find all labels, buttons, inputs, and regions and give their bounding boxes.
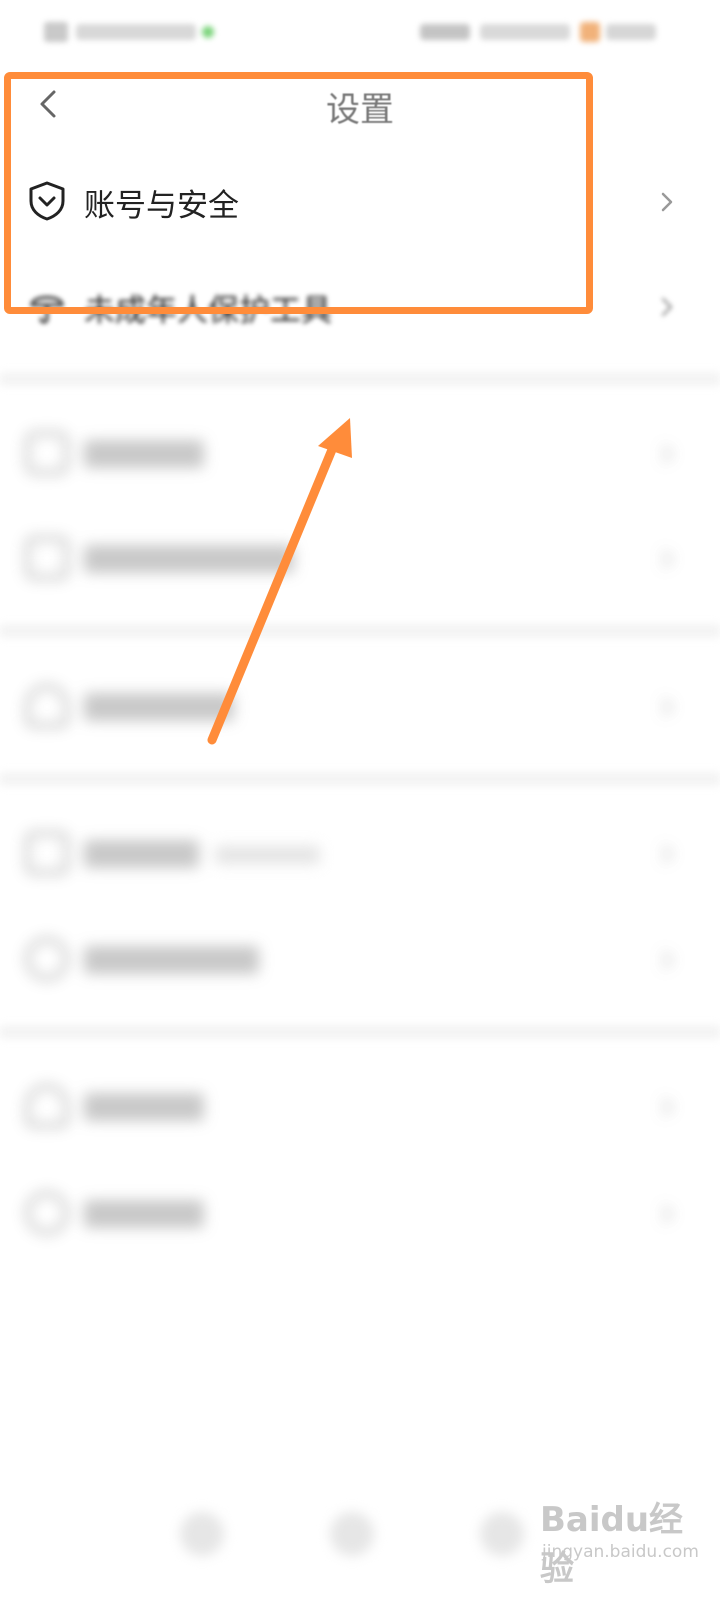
settings-item-privacy[interactable]: [0, 507, 720, 611]
nav-home-icon[interactable]: [330, 1512, 374, 1556]
settings-item-label: [84, 693, 234, 721]
section-divider: [0, 372, 720, 386]
watermark-brand: Baidu经验: [540, 1500, 684, 1589]
page-title: 设置: [326, 90, 394, 130]
page-header: 设置: [0, 70, 720, 140]
chevron-right-icon: [662, 845, 673, 863]
settings-item-label: 未成年人保护工具: [84, 293, 332, 329]
settings-item-switch-account[interactable]: [0, 1055, 720, 1159]
storage-size: [215, 846, 320, 864]
settings-item-logout[interactable]: [0, 1162, 720, 1266]
settings-icon: [26, 432, 68, 474]
chevron-right-icon: [661, 297, 673, 317]
nav-back-icon[interactable]: [180, 1512, 224, 1556]
settings-item-label: 账号与安全: [84, 188, 239, 224]
section-divider: [0, 624, 720, 638]
status-icons: [420, 24, 470, 40]
settings-item-label: [84, 1200, 204, 1228]
status-bar: [0, 0, 720, 70]
status-bar-right: [420, 18, 660, 46]
settings-item-about[interactable]: [0, 908, 720, 1012]
shield-icon: [29, 181, 65, 221]
settings-item-profile[interactable]: [0, 655, 720, 759]
lock-icon: [26, 537, 68, 579]
baidu-watermark: Baidu经验 jingyan.baidu.com: [540, 1492, 710, 1589]
settings-item-label: [84, 946, 259, 974]
settings-item-label: [84, 440, 204, 468]
network-speed: [480, 24, 570, 40]
nav-recent-icon[interactable]: [480, 1512, 524, 1556]
settings-item-label: [84, 1093, 204, 1121]
chevron-right-icon: [662, 1098, 673, 1116]
signal-icon: [44, 22, 68, 42]
chevron-right-icon: [662, 1205, 673, 1223]
storage-icon: [26, 832, 68, 874]
chevron-right-icon: [662, 550, 673, 568]
settings-item-storage[interactable]: [0, 802, 720, 906]
settings-item-minor-protection[interactable]: 未成年人保护工具: [0, 255, 720, 359]
battery-icon: [580, 22, 600, 42]
chevron-right-icon: [661, 192, 673, 212]
chevron-right-icon: [662, 951, 673, 969]
switch-account-icon: [26, 1085, 68, 1127]
chevron-right-icon: [662, 445, 673, 463]
logout-icon: [26, 1192, 68, 1234]
clock: [606, 24, 656, 40]
settings-item-account-security[interactable]: 账号与安全: [0, 150, 720, 254]
carrier-text: [76, 24, 196, 40]
settings-item-label: [84, 545, 294, 573]
umbrella-icon: [30, 296, 64, 324]
user-icon: [26, 685, 68, 727]
section-divider: [0, 772, 720, 786]
info-icon: [26, 938, 68, 980]
section-divider: [0, 1025, 720, 1039]
settings-item-general[interactable]: [0, 402, 720, 506]
settings-item-label: [84, 840, 199, 868]
watermark-url: jingyan.baidu.com: [542, 1542, 699, 1562]
status-bar-left: [44, 20, 214, 44]
wechat-notification-icon: [202, 26, 214, 38]
chevron-right-icon: [662, 698, 673, 716]
